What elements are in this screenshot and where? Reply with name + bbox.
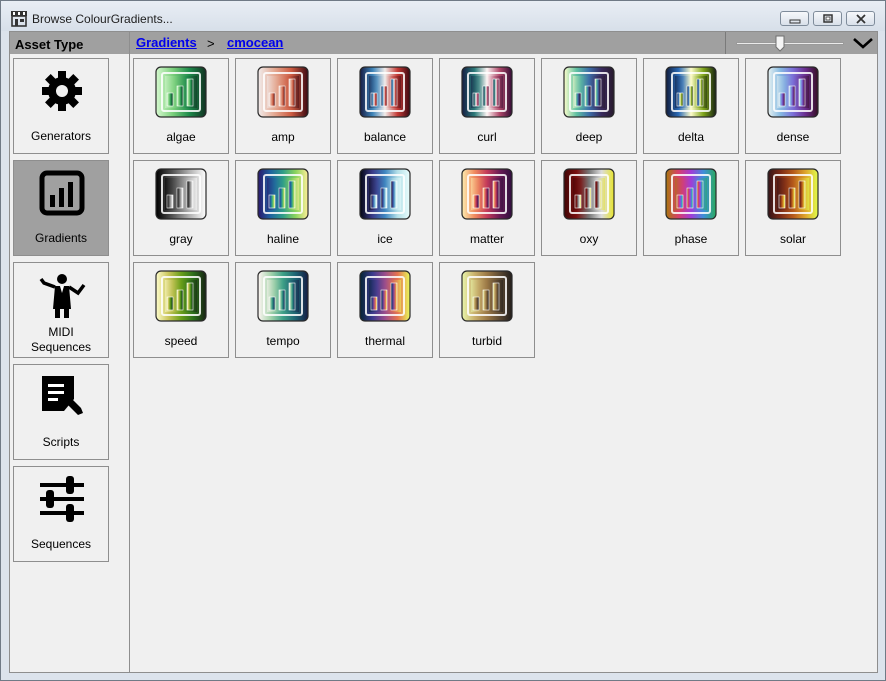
minimize-button[interactable] xyxy=(780,11,809,26)
gradient-name: algae xyxy=(166,130,196,144)
gradient-tile-algae[interactable]: algae xyxy=(133,58,229,154)
gradient-name: tempo xyxy=(266,334,300,348)
gradient-name: solar xyxy=(779,232,806,246)
gradient-preview-icon xyxy=(461,270,513,322)
gradient-tile-delta[interactable]: delta xyxy=(643,58,739,154)
close-icon xyxy=(856,14,866,24)
gradient-preview-icon xyxy=(767,66,819,118)
gradient-name: amp xyxy=(271,130,295,144)
sliders-icon xyxy=(40,476,84,522)
gradient-preview-icon xyxy=(257,66,309,118)
gradient-preview-icon xyxy=(665,66,717,118)
gradient-preview-icon xyxy=(461,66,513,118)
gradient-name: delta xyxy=(677,130,705,144)
close-button[interactable] xyxy=(846,11,875,26)
window-title: Browse ColourGradients... xyxy=(32,12,173,26)
gradient-tile-tempo[interactable]: tempo xyxy=(235,262,331,358)
gradient-preview-icon xyxy=(257,270,309,322)
gradient-preview-icon xyxy=(155,168,207,220)
gradient-preview-icon xyxy=(359,66,411,118)
gradient-tile-curl[interactable]: curl xyxy=(439,58,535,154)
gradient-tile-oxy[interactable]: oxy xyxy=(541,160,637,256)
asset-type-header: Asset Type xyxy=(10,32,129,54)
gradient-preview-icon xyxy=(461,168,513,220)
gradient-name: phase xyxy=(674,232,708,246)
breadcrumb-separator: > xyxy=(207,36,215,51)
gradient-tile-deep[interactable]: deep xyxy=(541,58,637,154)
gradient-tile-phase[interactable]: phase xyxy=(643,160,739,256)
gradient-name: haline xyxy=(266,232,300,246)
gradient-tile-thermal[interactable]: thermal xyxy=(337,262,433,358)
browser-window: Browse ColourGradients... Asset Type Gra… xyxy=(0,0,886,681)
sidebar-item-gradients[interactable]: Gradients xyxy=(13,160,109,256)
gradient-preview-icon xyxy=(359,270,411,322)
gradient-name: matter xyxy=(469,232,504,246)
sidebar-item-label: Scripts xyxy=(42,435,80,449)
breadcrumb-gradients[interactable]: Gradients xyxy=(136,35,197,50)
gradient-preview-icon xyxy=(767,168,819,220)
bar-chart-icon xyxy=(39,170,85,216)
restore-icon xyxy=(823,14,833,23)
sidebar-item-label: MIDI xyxy=(48,325,74,339)
zoom-slider-thumb[interactable] xyxy=(775,35,785,52)
gradient-name: oxy xyxy=(579,232,599,246)
gradient-name: gray xyxy=(169,232,193,246)
gradient-tile-ice[interactable]: ice xyxy=(337,160,433,256)
title-bar[interactable]: Browse ColourGradients... xyxy=(1,1,885,31)
client-area: Asset Type Gradients > cmocean Generator… xyxy=(9,31,878,673)
sidebar-item-label: Sequences xyxy=(30,537,92,551)
maximize-button[interactable] xyxy=(813,11,842,26)
gradient-name: ice xyxy=(377,232,393,246)
gradient-preview-icon xyxy=(563,168,615,220)
gradient-name: speed xyxy=(164,334,198,348)
gradient-tile-solar[interactable]: solar xyxy=(745,160,841,256)
toolbar-separator xyxy=(725,32,726,54)
navigation-bar: Gradients > cmocean xyxy=(130,32,877,54)
gradient-tile-dense[interactable]: dense xyxy=(745,58,841,154)
gear-icon xyxy=(42,71,82,111)
sidebar-divider[interactable] xyxy=(129,32,130,672)
gradient-name: deep xyxy=(575,130,603,144)
gradient-preview-icon xyxy=(665,168,717,220)
sidebar-item-generators[interactable]: Generators xyxy=(13,58,109,154)
gradient-name: thermal xyxy=(364,334,405,348)
gradient-tile-speed[interactable]: speed xyxy=(133,262,229,358)
gradient-tile-balance[interactable]: balance xyxy=(337,58,433,154)
gradient-tile-haline[interactable]: haline xyxy=(235,160,331,256)
gradient-name: turbid xyxy=(471,334,503,348)
gradient-name: dense xyxy=(776,130,810,144)
gradient-tile-gray[interactable]: gray xyxy=(133,160,229,256)
zoom-slider-track[interactable] xyxy=(736,42,844,45)
conductor-icon xyxy=(39,274,86,318)
minimize-icon xyxy=(789,19,801,24)
store-icon xyxy=(11,11,27,27)
script-icon xyxy=(42,376,83,415)
gradient-preview-icon xyxy=(359,168,411,220)
sidebar-item-scripts[interactable]: Scripts xyxy=(13,364,109,460)
gradient-tile-matter[interactable]: matter xyxy=(439,160,535,256)
gradient-preview-icon xyxy=(257,168,309,220)
sidebar-item-label: Sequences xyxy=(30,340,92,354)
gradient-tile-amp[interactable]: amp xyxy=(235,58,331,154)
sidebar-item-midi-sequences[interactable]: MIDI Sequences xyxy=(13,262,109,358)
sidebar-item-label: Generators xyxy=(30,129,92,143)
sidebar-item-label: Gradients xyxy=(34,231,88,245)
gradient-preview-icon xyxy=(563,66,615,118)
breadcrumb-cmocean[interactable]: cmocean xyxy=(227,35,283,50)
gradient-preview-icon xyxy=(155,66,207,118)
gradient-preview-icon xyxy=(155,270,207,322)
chevron-down-icon[interactable] xyxy=(852,36,874,50)
gradient-name: curl xyxy=(477,130,497,144)
sidebar-item-sequences[interactable]: Sequences xyxy=(13,466,109,562)
gradient-tile-turbid[interactable]: turbid xyxy=(439,262,535,358)
gradient-name: balance xyxy=(363,130,407,144)
